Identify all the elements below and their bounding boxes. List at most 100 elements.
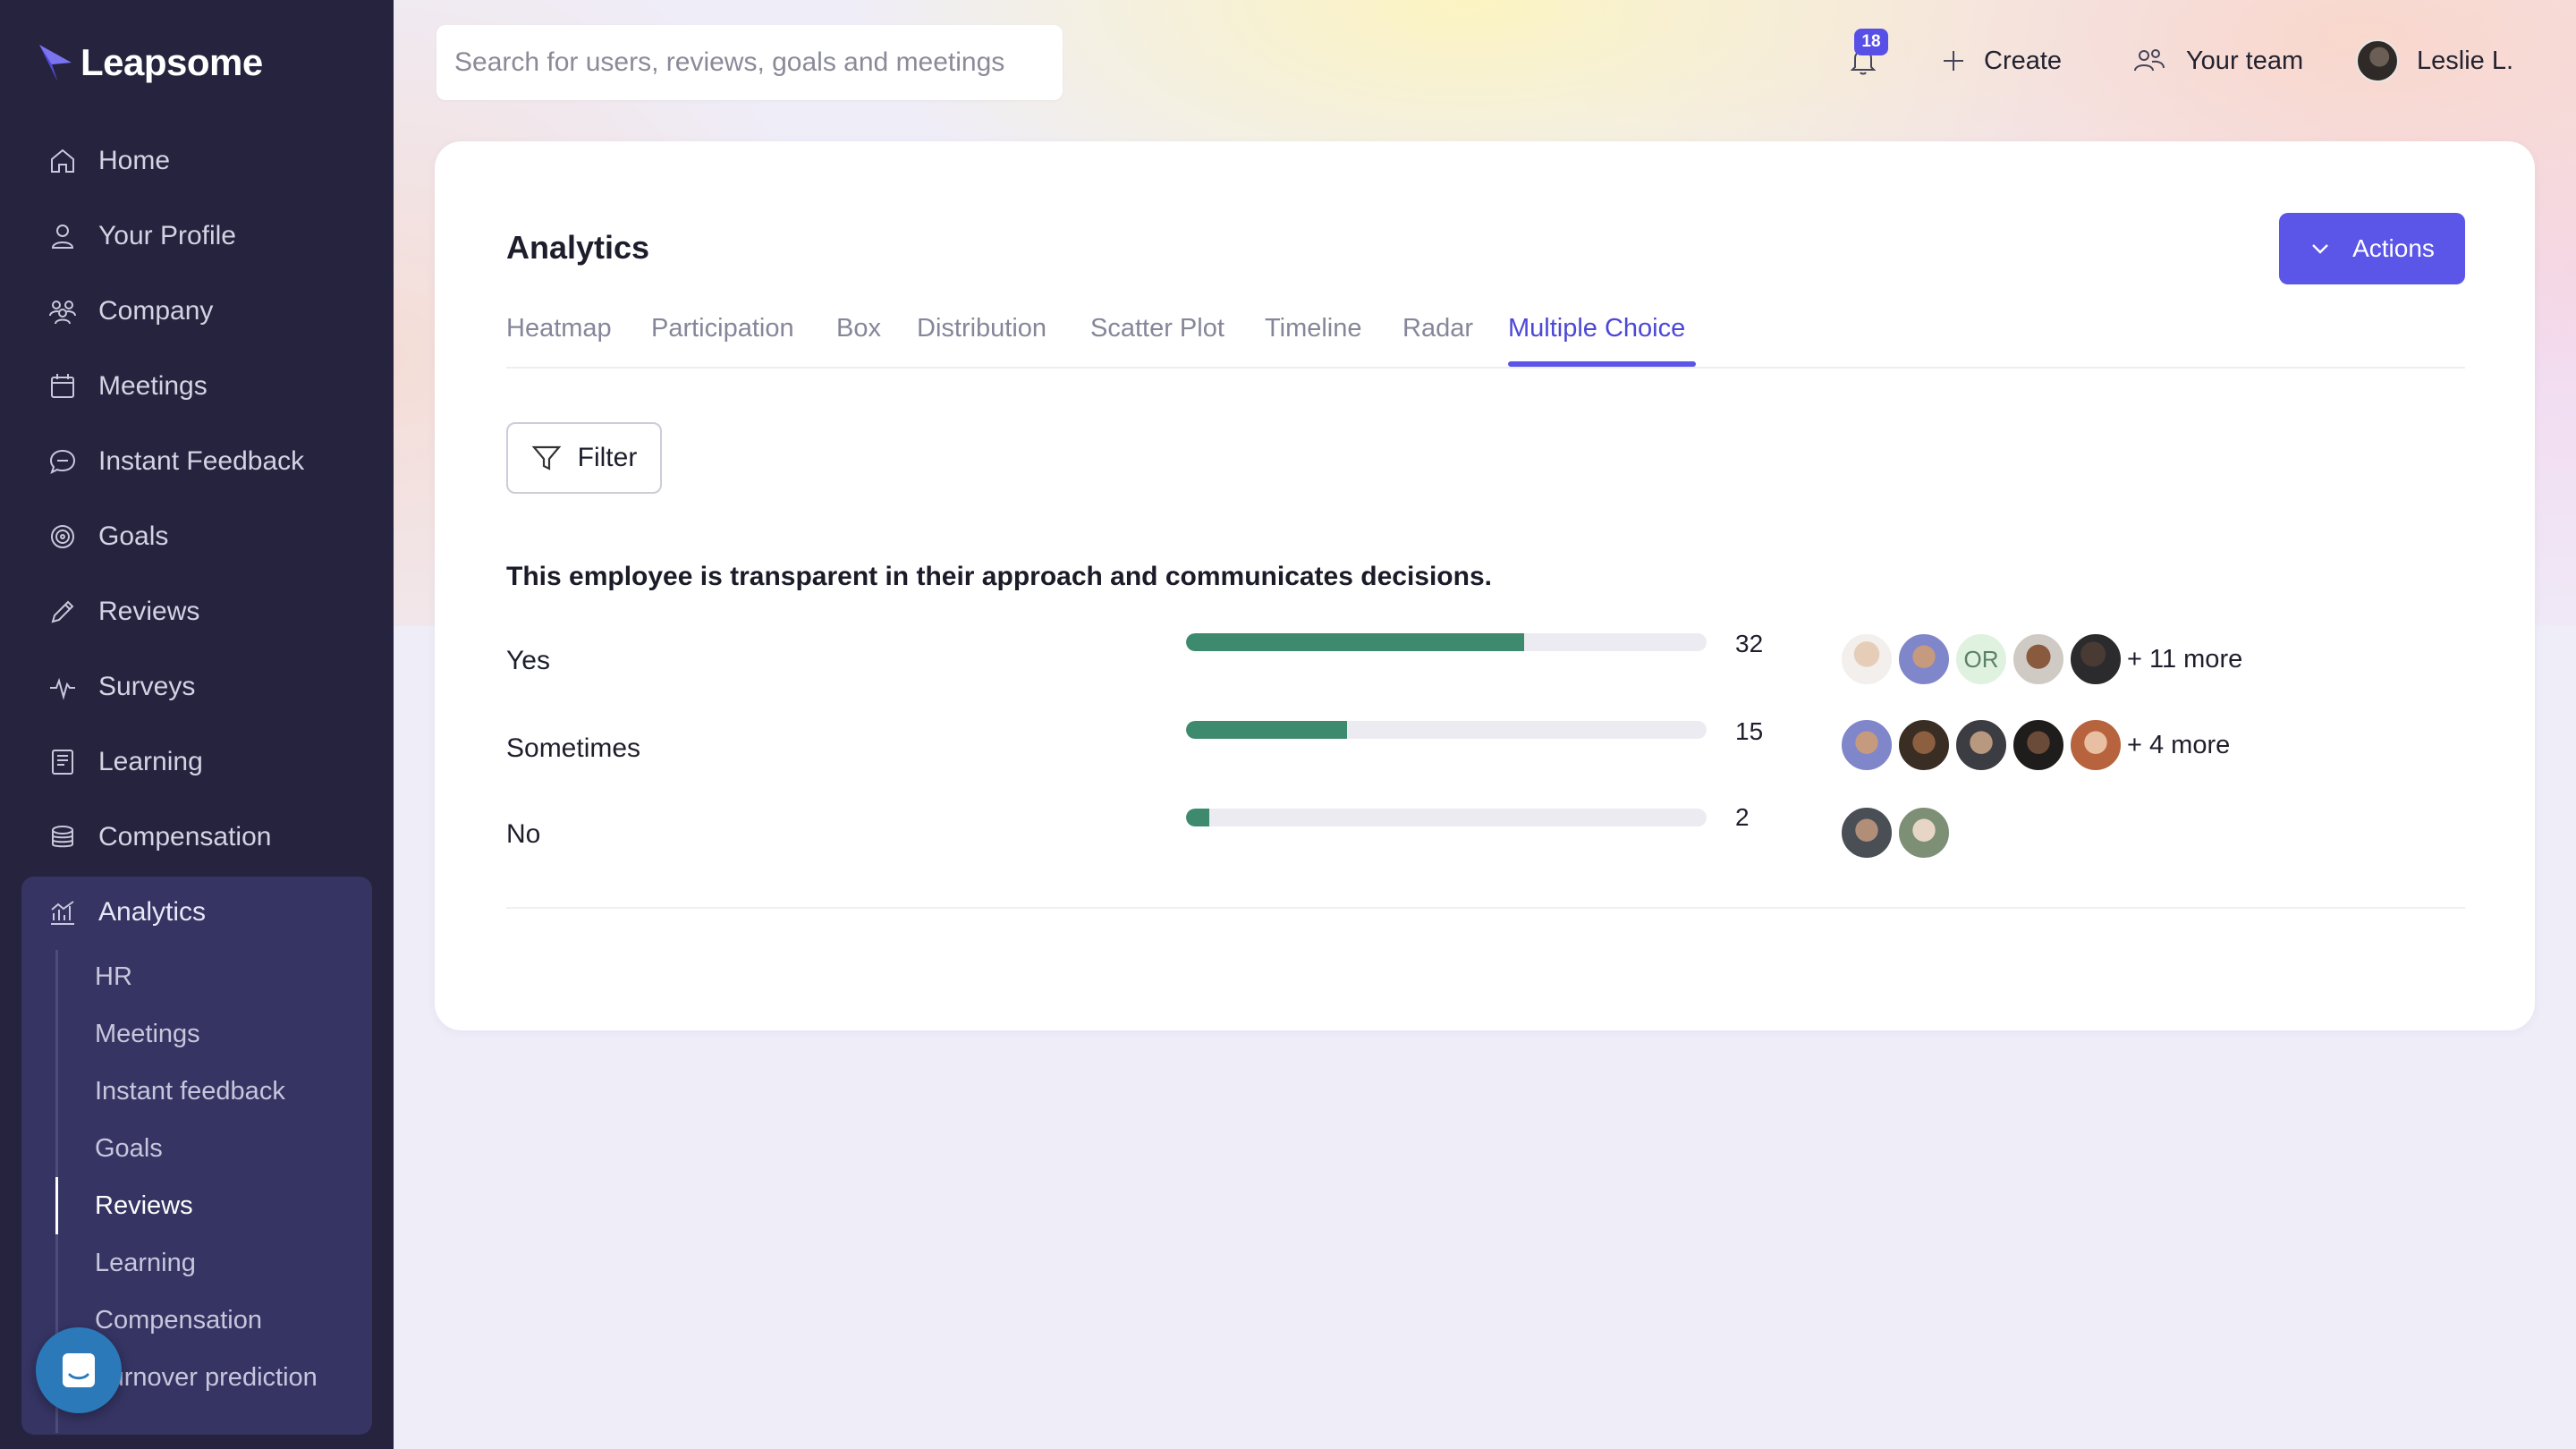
actions-button[interactable]: Actions xyxy=(2279,213,2465,284)
active-tab-indicator xyxy=(1508,361,1696,367)
subnav-item-label: Instant feedback xyxy=(95,1076,285,1106)
subnav-item-learning[interactable]: Learning xyxy=(95,1238,196,1288)
user-icon xyxy=(45,218,80,254)
plus-icon xyxy=(1944,51,1963,71)
sidebar-item-your-profile[interactable]: Your Profile xyxy=(45,209,236,263)
filter-label: Filter xyxy=(577,443,638,472)
option-bar-no xyxy=(1186,809,1707,826)
sidebar-item-analytics[interactable]: Analytics xyxy=(45,886,206,939)
option-count-yes: 32 xyxy=(1735,630,1764,657)
support-chat-button[interactable] xyxy=(36,1327,122,1413)
page-title: Analytics xyxy=(506,229,650,266)
target-icon xyxy=(45,519,80,555)
tab-scatter-plot[interactable]: Scatter Plot xyxy=(1090,306,1224,351)
sidebar-item-label: Company xyxy=(98,296,214,326)
pulse-icon xyxy=(45,669,80,705)
sidebar-item-label: Instant Feedback xyxy=(98,446,305,476)
avatar[interactable] xyxy=(1839,631,1894,687)
option-label-yes: Yes xyxy=(506,646,550,675)
actions-label: Actions xyxy=(2352,234,2435,262)
search-input[interactable] xyxy=(436,25,1063,100)
avatar[interactable] xyxy=(2068,631,2123,687)
tab-label: Timeline xyxy=(1265,313,1362,343)
question-text: This employee is transparent in their ap… xyxy=(506,562,1492,591)
sidebar-item-home[interactable]: Home xyxy=(45,134,170,188)
tab-label: Radar xyxy=(1402,313,1473,343)
sidebar-item-instant-feedback[interactable]: Instant Feedback xyxy=(45,435,304,488)
coins-icon xyxy=(45,819,80,855)
subnav-item-label: Compensation xyxy=(95,1305,262,1335)
subnav-item-instant-feedback[interactable]: Instant feedback xyxy=(95,1066,285,1116)
subnav-item-turnover-prediction[interactable]: Turnover prediction xyxy=(95,1352,318,1402)
user-name: Leslie L. xyxy=(2417,46,2514,75)
subnav-item-goals[interactable]: Goals xyxy=(95,1123,163,1174)
option-label-sometimes: Sometimes xyxy=(506,733,641,763)
tab-timeline[interactable]: Timeline xyxy=(1265,306,1362,351)
subnav-item-meetings[interactable]: Meetings xyxy=(95,1009,200,1059)
sidebar-item-label: Goals xyxy=(98,521,169,551)
option-bar-yes xyxy=(1186,633,1707,651)
subnav-item-label: Reviews xyxy=(95,1191,193,1220)
company-icon xyxy=(45,293,80,329)
sidebar-item-label: Reviews xyxy=(98,597,200,626)
option-count-sometimes: 15 xyxy=(1735,717,1764,745)
tab-heatmap[interactable]: Heatmap xyxy=(506,306,612,351)
tab-label: Scatter Plot xyxy=(1090,313,1224,343)
tab-label: Heatmap xyxy=(506,313,612,343)
tab-label: Box xyxy=(836,313,881,343)
avatar[interactable] xyxy=(2011,631,2066,687)
bar-fill xyxy=(1186,633,1525,651)
card-divider xyxy=(506,907,2465,909)
more-respondents-link[interactable]: + 11 more xyxy=(2127,645,2242,674)
subnav-item-reviews[interactable]: Reviews xyxy=(95,1181,193,1231)
subnav-item-label: HR xyxy=(95,962,132,991)
tabs-divider xyxy=(506,367,2465,369)
filter-button[interactable]: Filter xyxy=(506,422,662,494)
tab-participation[interactable]: Participation xyxy=(651,306,794,351)
subnav-item-compensation[interactable]: Compensation xyxy=(95,1295,262,1345)
home-icon xyxy=(45,143,80,179)
avatar[interactable] xyxy=(2068,717,2123,773)
sidebar-item-compensation[interactable]: Compensation xyxy=(45,810,271,864)
tab-radar[interactable]: Radar xyxy=(1402,306,1473,351)
sidebar-item-reviews[interactable]: Reviews xyxy=(45,585,199,639)
sidebar-item-label: Surveys xyxy=(98,672,196,701)
your-team-button[interactable]: Your team xyxy=(2132,34,2303,88)
option-bar-sometimes xyxy=(1186,721,1707,739)
sidebar-item-company[interactable]: Company xyxy=(45,284,213,338)
sidebar-item-label: Learning xyxy=(98,747,203,776)
user-menu-button[interactable]: Leslie L. xyxy=(2356,34,2513,88)
create-label: Create xyxy=(1984,46,2063,75)
create-button[interactable]: Create xyxy=(1941,34,2062,88)
tab-multiple-choice[interactable]: Multiple Choice xyxy=(1508,306,1685,351)
sidebar-item-surveys[interactable]: Surveys xyxy=(45,660,195,714)
avatar[interactable] xyxy=(2011,717,2066,773)
sidebar-item-goals[interactable]: Goals xyxy=(45,510,168,564)
avatar-initials[interactable]: OR xyxy=(1953,631,2009,687)
subnav-item-label: Meetings xyxy=(95,1019,200,1048)
subnav-item-label: Learning xyxy=(95,1248,196,1277)
more-respondents-link[interactable]: + 4 more xyxy=(2127,731,2230,760)
tab-distribution[interactable]: Distribution xyxy=(917,306,1046,351)
chat-icon xyxy=(45,444,80,479)
avatar[interactable] xyxy=(1953,717,2009,773)
subnav-item-hr[interactable]: HR xyxy=(95,952,132,1002)
avatar[interactable] xyxy=(1896,805,1952,860)
avatar[interactable] xyxy=(1839,805,1894,860)
avatar[interactable] xyxy=(1896,717,1952,773)
option-count-no: 2 xyxy=(1735,803,1750,831)
avatar[interactable] xyxy=(1896,631,1952,687)
app-logo[interactable]: Leapsome xyxy=(38,41,263,84)
notifications-badge: 18 xyxy=(1854,29,1888,55)
subnav-active-indicator xyxy=(55,1177,58,1234)
calendar-icon xyxy=(45,369,80,404)
sidebar-item-learning[interactable]: Learning xyxy=(45,735,203,789)
your-team-label: Your team xyxy=(2186,46,2304,75)
sidebar-item-meetings[interactable]: Meetings xyxy=(45,360,208,413)
sidebar-item-label: Compensation xyxy=(98,822,272,852)
avatar[interactable] xyxy=(1839,717,1894,773)
bar-fill xyxy=(1186,809,1210,826)
tab-label: Multiple Choice xyxy=(1508,313,1686,343)
tab-box[interactable]: Box xyxy=(836,306,881,351)
option-label-no: No xyxy=(506,819,541,849)
